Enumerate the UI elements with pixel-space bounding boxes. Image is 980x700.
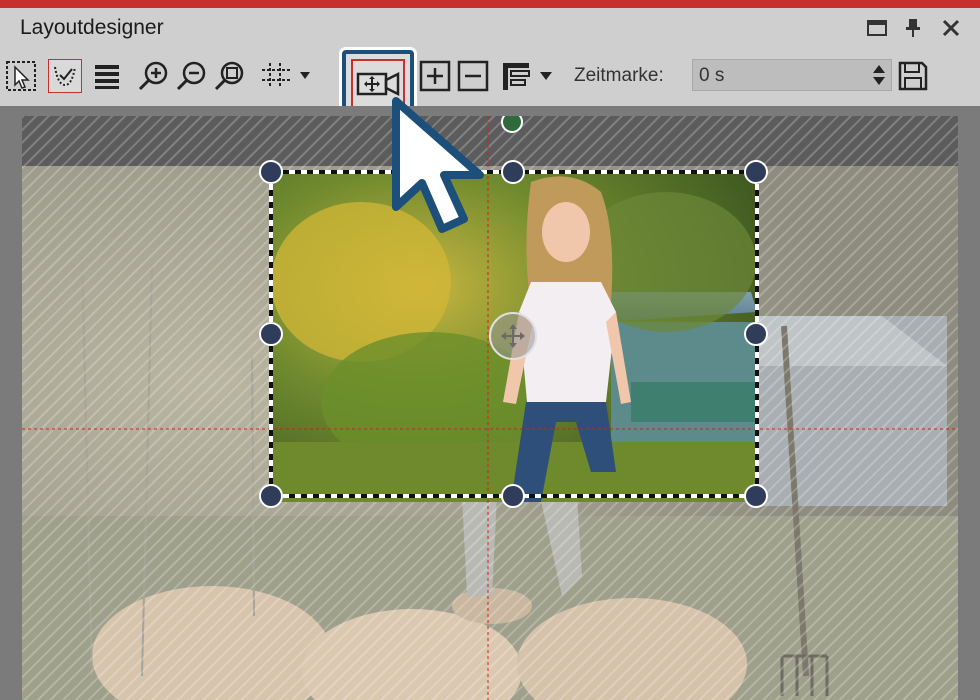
resize-handle-top[interactable]	[501, 160, 525, 184]
close-icon[interactable]	[940, 17, 962, 39]
resize-handle-right[interactable]	[744, 322, 768, 346]
zoom-in-icon[interactable]	[136, 59, 170, 93]
align-icon[interactable]	[500, 59, 564, 93]
resize-handle-bottom[interactable]	[501, 484, 525, 508]
layout-canvas[interactable]	[22, 116, 958, 700]
zeitmarke-value: 0 s	[699, 65, 725, 86]
remove-keyframe-icon[interactable]	[456, 59, 490, 93]
window-top-accent	[0, 0, 980, 8]
title-bar: Layoutdesigner	[0, 8, 980, 48]
resize-handle-bottom-right[interactable]	[744, 484, 768, 508]
move-arrows-icon	[501, 324, 525, 348]
resize-handle-top-right[interactable]	[744, 160, 768, 184]
toolbar: Zeitmarke: 0 s	[0, 48, 980, 118]
pin-icon[interactable]	[902, 17, 924, 39]
zeitmarke-label: Zeitmarke:	[574, 65, 664, 86]
zeitmarke-stepper[interactable]	[871, 62, 887, 88]
curve-tool-icon[interactable]	[48, 59, 82, 93]
selection-tool-icon[interactable]	[4, 59, 38, 93]
list-view-icon[interactable]	[90, 59, 124, 93]
maximize-icon[interactable]	[866, 17, 888, 39]
zeitmarke-input[interactable]: 0 s	[692, 59, 892, 91]
move-center-handle[interactable]	[489, 312, 537, 360]
window-title: Layoutdesigner	[20, 16, 164, 39]
zoom-out-icon[interactable]	[174, 59, 208, 93]
resize-handle-left[interactable]	[259, 322, 283, 346]
mouse-pointer-icon	[388, 95, 488, 250]
add-keyframe-icon[interactable]	[418, 59, 452, 93]
save-icon[interactable]	[896, 59, 930, 93]
layout-workarea	[0, 106, 980, 700]
resize-handle-top-left[interactable]	[259, 160, 283, 184]
zoom-fit-icon[interactable]	[212, 59, 246, 93]
resize-handle-bottom-left[interactable]	[259, 484, 283, 508]
grid-icon[interactable]	[258, 59, 322, 93]
